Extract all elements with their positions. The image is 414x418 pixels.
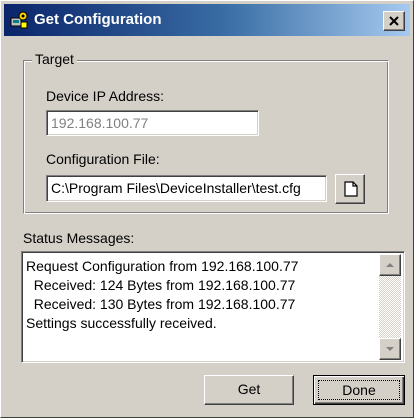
- status-messages-box[interactable]: Request Configuration from 192.168.100.7…: [21, 251, 405, 363]
- status-message-line: Request Configuration from 192.168.100.7…: [26, 258, 299, 274]
- window-title: Get Configuration: [34, 11, 162, 28]
- get-button[interactable]: Get: [204, 375, 294, 405]
- status-message-line: Received: 130 Bytes from 192.168.100.77: [26, 296, 296, 312]
- arrow-down-icon: [386, 347, 394, 351]
- arrow-up-icon: [386, 263, 394, 267]
- browse-file-button[interactable]: [335, 174, 365, 204]
- document-icon: [344, 181, 358, 197]
- done-button[interactable]: Done: [313, 375, 405, 405]
- get-configuration-dialog: Get Configuration Target Device IP Addre…: [0, 0, 414, 418]
- configuration-file-label: Configuration File:: [46, 151, 160, 167]
- scroll-up-button[interactable]: [379, 254, 401, 276]
- configuration-file-field[interactable]: C:\Program Files\DeviceInstaller\test.cf…: [46, 175, 327, 202]
- close-icon: [389, 16, 399, 26]
- scroll-down-button[interactable]: [379, 338, 401, 360]
- device-ip-label: Device IP Address:: [46, 88, 165, 104]
- status-message-line: Received: 124 Bytes from 192.168.100.77: [26, 277, 296, 293]
- status-message-list: Request Configuration from 192.168.100.7…: [26, 257, 378, 333]
- close-button[interactable]: [383, 11, 405, 31]
- status-messages-label: Status Messages:: [23, 230, 135, 246]
- device-ip-field[interactable]: 192.168.100.77: [46, 110, 259, 136]
- device-installer-icon: [10, 11, 28, 29]
- status-message-line: Settings successfully received.: [26, 315, 217, 331]
- target-group-label: Target: [32, 51, 77, 67]
- done-button-label: Done: [318, 380, 400, 400]
- vertical-scrollbar[interactable]: [379, 254, 401, 360]
- title-bar[interactable]: Get Configuration: [4, 4, 410, 36]
